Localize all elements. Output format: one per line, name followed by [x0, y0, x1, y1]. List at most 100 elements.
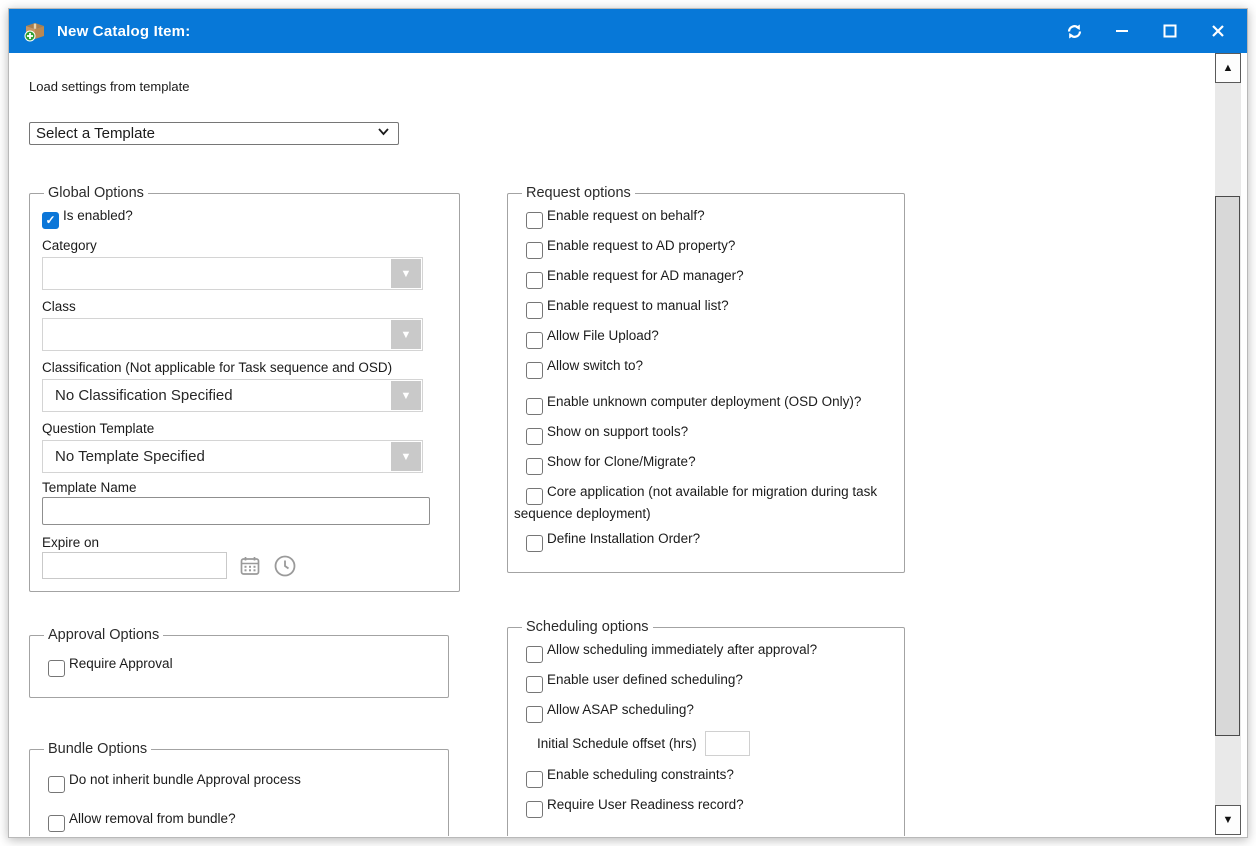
allow-scheduling-immediately-label: Allow scheduling immediately after appro…: [547, 642, 817, 657]
minimize-button[interactable]: [1111, 20, 1133, 42]
enable-request-for-ad-manager-label: Enable request for AD manager?: [547, 268, 744, 283]
close-button[interactable]: [1207, 20, 1229, 42]
dropdown-arrow-icon: ▼: [401, 268, 412, 280]
allow-scheduling-immediately-checkbox[interactable]: ✓: [526, 646, 543, 663]
approval-options-group: Approval Options ✓ Require Approval: [29, 627, 449, 698]
template-select[interactable]: Select a Template: [29, 122, 399, 145]
allow-file-upload-label: Allow File Upload?: [547, 328, 659, 343]
catalog-box-icon: [23, 20, 47, 42]
load-template-label: Load settings from template: [29, 79, 1206, 94]
scroll-down-icon: ▼: [1223, 814, 1234, 826]
dropdown-arrow-icon: ▼: [401, 390, 412, 402]
global-options-legend: Global Options: [44, 185, 148, 201]
enable-request-on-behalf-label: Enable request on behalf?: [547, 208, 705, 223]
enable-unknown-computer-deployment-checkbox[interactable]: ✓: [526, 398, 543, 415]
maximize-button[interactable]: [1159, 20, 1181, 42]
refresh-icon: [1066, 23, 1083, 40]
minimize-icon: [1115, 24, 1129, 38]
enable-user-defined-scheduling-checkbox[interactable]: ✓: [526, 676, 543, 693]
calendar-picker-button[interactable]: [239, 555, 261, 577]
no-inherit-bundle-approval-checkbox[interactable]: ✓: [48, 776, 65, 793]
dropdown-arrow-icon: ▼: [401, 451, 412, 463]
request-options-group: Request options ✓ Enable request on behal…: [507, 185, 905, 573]
enable-unknown-computer-deployment-label: Enable unknown computer deployment (OSD …: [547, 394, 861, 409]
is-enabled-checkbox[interactable]: ✓: [42, 212, 59, 229]
allow-switch-to-checkbox[interactable]: ✓: [526, 362, 543, 379]
calendar-icon: [239, 555, 261, 577]
dropdown-arrow-icon: ▼: [401, 329, 412, 341]
category-label: Category: [42, 238, 447, 253]
class-dropdown[interactable]: ▼: [42, 318, 423, 351]
template-name-label: Template Name: [42, 480, 447, 495]
question-template-dropdown-button[interactable]: ▼: [391, 442, 421, 471]
enable-request-to-manual-list-checkbox[interactable]: ✓: [526, 302, 543, 319]
allow-removal-from-bundle-checkbox[interactable]: ✓: [48, 815, 65, 832]
right-column: Request options ✓ Enable request on behal…: [507, 185, 905, 836]
enable-request-for-ad-manager-checkbox[interactable]: ✓: [526, 272, 543, 289]
require-user-readiness-label: Require User Readiness record?: [547, 797, 744, 812]
no-inherit-bundle-approval-label: Do not inherit bundle Approval process: [69, 772, 301, 787]
allow-file-upload-checkbox[interactable]: ✓: [526, 332, 543, 349]
approval-options-legend: Approval Options: [44, 627, 163, 643]
initial-schedule-offset-input[interactable]: [705, 731, 750, 756]
classification-label: Classification (Not applicable for Task …: [42, 360, 447, 375]
core-application-checkbox[interactable]: ✓: [526, 488, 543, 505]
scroll-up-icon: ▲: [1223, 62, 1234, 74]
enable-request-on-behalf-checkbox[interactable]: ✓: [526, 212, 543, 229]
bundle-options-group: Bundle Options ✓ Do not inherit bundle Ap…: [29, 741, 449, 836]
left-column: Global Options ✓ Is enabled? Category ▼ C…: [29, 185, 460, 836]
question-template-dropdown[interactable]: No Template Specified ▼: [42, 440, 423, 473]
expire-on-label: Expire on: [42, 535, 447, 550]
question-template-label: Question Template: [42, 421, 447, 436]
initial-schedule-offset-label: Initial Schedule offset (hrs): [537, 736, 697, 751]
allow-asap-scheduling-label: Allow ASAP scheduling?: [547, 702, 694, 717]
question-template-dropdown-value: No Template Specified: [43, 448, 205, 465]
is-enabled-label: Is enabled?: [63, 208, 133, 223]
scroll-down-button[interactable]: ▼: [1215, 805, 1241, 835]
scheduling-options-legend: Scheduling options: [522, 619, 653, 635]
dialog-content: Load settings from template Select a Tem…: [10, 53, 1246, 836]
bundle-options-legend: Bundle Options: [44, 741, 151, 757]
global-options-group: Global Options ✓ Is enabled? Category ▼ C…: [29, 185, 460, 592]
class-dropdown-button[interactable]: ▼: [391, 320, 421, 349]
vertical-scrollbar[interactable]: ▲ ▼: [1215, 53, 1241, 835]
enable-request-to-manual-list-label: Enable request to manual list?: [547, 298, 729, 313]
show-on-support-tools-label: Show on support tools?: [547, 424, 688, 439]
scroll-up-button[interactable]: ▲: [1215, 53, 1241, 83]
clock-icon: [273, 554, 297, 578]
classification-dropdown-value: No Classification Specified: [43, 387, 233, 404]
category-dropdown-button[interactable]: ▼: [391, 259, 421, 288]
classification-dropdown[interactable]: No Classification Specified ▼: [42, 379, 423, 412]
chevron-down-icon: [377, 125, 390, 141]
refresh-button[interactable]: [1063, 20, 1085, 42]
category-dropdown[interactable]: ▼: [42, 257, 423, 290]
scrollbar-track[interactable]: [1215, 83, 1241, 805]
require-approval-checkbox[interactable]: ✓: [48, 660, 65, 677]
class-label: Class: [42, 299, 447, 314]
enable-request-to-ad-property-checkbox[interactable]: ✓: [526, 242, 543, 259]
enable-scheduling-constraints-checkbox[interactable]: ✓: [526, 771, 543, 788]
enable-scheduling-constraints-label: Enable scheduling constraints?: [547, 767, 734, 782]
template-name-input[interactable]: [42, 497, 430, 525]
show-on-support-tools-checkbox[interactable]: ✓: [526, 428, 543, 445]
time-picker-button[interactable]: [273, 554, 297, 578]
core-application-label: Core application (not available for migr…: [514, 484, 877, 521]
require-approval-label: Require Approval: [69, 656, 173, 671]
dialog-window: New Catalog Item:: [8, 8, 1248, 838]
scrollbar-thumb[interactable]: [1215, 196, 1240, 736]
titlebar: New Catalog Item:: [9, 9, 1247, 53]
define-installation-order-checkbox[interactable]: ✓: [526, 535, 543, 552]
show-for-clone-migrate-label: Show for Clone/Migrate?: [547, 454, 696, 469]
allow-removal-from-bundle-label: Allow removal from bundle?: [69, 811, 236, 826]
template-select-value: Select a Template: [30, 125, 155, 142]
allow-asap-scheduling-checkbox[interactable]: ✓: [526, 706, 543, 723]
request-options-legend: Request options: [522, 185, 635, 201]
define-installation-order-label: Define Installation Order?: [547, 531, 700, 546]
maximize-icon: [1163, 24, 1177, 38]
classification-dropdown-button[interactable]: ▼: [391, 381, 421, 410]
window-title: New Catalog Item:: [57, 23, 190, 40]
require-user-readiness-checkbox[interactable]: ✓: [526, 801, 543, 818]
expire-on-input[interactable]: [42, 552, 227, 579]
show-for-clone-migrate-checkbox[interactable]: ✓: [526, 458, 543, 475]
enable-request-to-ad-property-label: Enable request to AD property?: [547, 238, 735, 253]
